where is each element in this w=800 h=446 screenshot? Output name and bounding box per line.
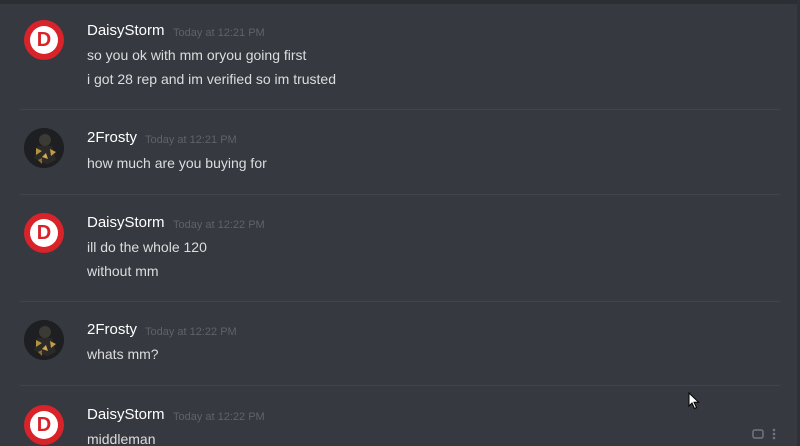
d-logo-icon: D <box>36 222 52 244</box>
message-text: i got 28 rep and im verified so im trust… <box>87 71 337 87</box>
message-text: ill do the whole 120 <box>87 239 207 255</box>
message-timestamp: Today at 12:22 PM <box>145 326 237 338</box>
d-logo-icon: D <box>36 414 52 436</box>
message-actions[interactable] <box>752 426 782 442</box>
message-timestamp: Today at 12:21 PM <box>173 27 265 39</box>
d-logo-icon: D <box>36 29 52 51</box>
avatar[interactable] <box>24 128 64 168</box>
author-name[interactable]: DaisyStorm <box>87 406 165 424</box>
message-divider <box>20 385 780 386</box>
message-divider <box>20 109 780 110</box>
message-timestamp: Today at 12:22 PM <box>173 411 265 423</box>
author-name[interactable]: DaisyStorm <box>87 214 165 232</box>
message-text: so you ok with mm oryou going first <box>87 47 307 63</box>
author-name[interactable]: DaisyStorm <box>87 22 165 40</box>
avatar[interactable]: D <box>24 405 64 445</box>
message-actions-icon[interactable] <box>752 426 782 442</box>
dark-figure-icon <box>24 128 64 168</box>
message-divider <box>20 301 780 302</box>
author-name[interactable]: 2Frosty <box>87 321 137 339</box>
message-text: how much are you buying for <box>87 155 267 171</box>
mouse-pointer-icon <box>688 392 700 410</box>
avatar[interactable]: D <box>24 20 64 60</box>
avatar[interactable] <box>24 320 64 360</box>
message-text: middleman <box>87 431 156 446</box>
message-text: without mm <box>87 263 159 279</box>
message-timestamp: Today at 12:22 PM <box>173 219 265 231</box>
message-timestamp: Today at 12:21 PM <box>145 134 237 146</box>
message-text: whats mm? <box>87 346 159 362</box>
message-divider <box>20 194 780 195</box>
dark-figure-icon <box>24 320 64 360</box>
message-list: D DaisyStorm Today at 12:21 PM so you ok… <box>0 0 797 446</box>
author-name[interactable]: 2Frosty <box>87 129 137 147</box>
avatar[interactable]: D <box>24 213 64 253</box>
